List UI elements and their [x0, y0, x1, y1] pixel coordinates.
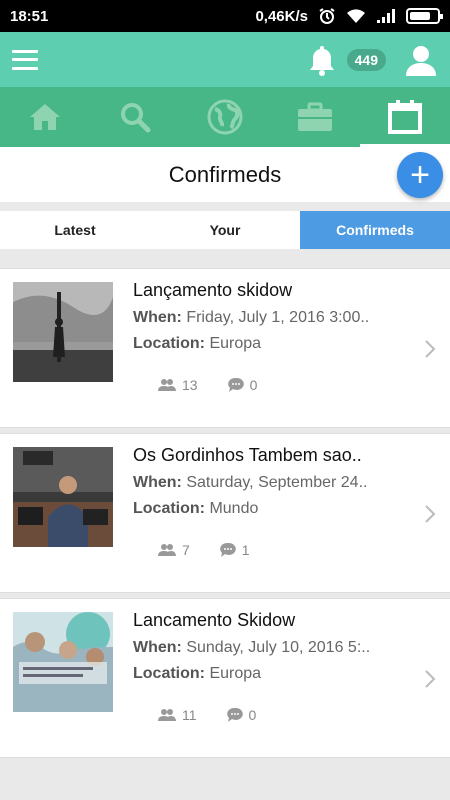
network-speed: 0,46K/s: [255, 7, 308, 25]
chevron-right-icon: [425, 670, 436, 688]
event-list: Lançamento skidow When: Friday, July 1, …: [0, 268, 450, 763]
globe-icon: [207, 99, 243, 135]
status-time: 18:51: [10, 7, 49, 25]
alarm-icon: [319, 8, 335, 24]
battery-icon: [406, 8, 443, 24]
add-event-button[interactable]: +: [397, 152, 443, 198]
comment-icon: [219, 542, 236, 557]
tab-confirmeds[interactable]: Confirmeds: [300, 211, 450, 249]
chevron-right-icon: [425, 340, 436, 358]
event-title: Lançamento skidow: [133, 280, 293, 300]
wifi-icon: [347, 9, 365, 23]
comment-icon: [226, 707, 243, 722]
event-location: Europa: [209, 665, 262, 682]
nav-briefcase[interactable]: [270, 87, 360, 147]
nav-globe[interactable]: [180, 87, 270, 147]
comment-icon: [227, 377, 244, 392]
comment-count: 0: [249, 377, 258, 393]
attendees-icon: [158, 379, 176, 391]
when-label: When:: [133, 309, 182, 326]
nav-home[interactable]: [0, 87, 90, 147]
menu-button[interactable]: [12, 49, 38, 70]
chevron-right-icon: [425, 505, 436, 523]
app-bar: 449: [0, 32, 450, 87]
when-label: When:: [133, 639, 182, 656]
signal-icon: [377, 9, 395, 23]
tab-your[interactable]: Your: [150, 211, 300, 249]
event-date: Saturday, September 24..: [186, 474, 368, 491]
event-date: Sunday, July 10, 2016 5:..: [186, 639, 371, 656]
location-label: Location:: [133, 500, 205, 517]
attendee-count: 7: [182, 542, 190, 558]
filter-tabs: Latest Your Confirmeds: [0, 211, 450, 249]
profile-icon[interactable]: [404, 43, 438, 77]
attendee-count: 11: [182, 707, 197, 723]
notification-badge[interactable]: 449: [346, 48, 386, 71]
event-card[interactable]: Lancamento Skidow When: Sunday, July 10,…: [0, 598, 450, 758]
comment-count: 1: [241, 542, 250, 558]
event-card[interactable]: Lançamento skidow When: Friday, July 1, …: [0, 268, 450, 428]
nav-calendar[interactable]: [360, 87, 450, 147]
attendee-count: 13: [182, 377, 198, 393]
tab-latest[interactable]: Latest: [0, 211, 150, 249]
event-thumbnail: [13, 282, 113, 382]
calendar-icon: [388, 100, 422, 134]
event-title: Os Gordinhos Tambem sao..: [133, 445, 362, 465]
page-title: Confirmeds: [0, 147, 450, 202]
home-icon: [30, 104, 60, 130]
status-bar: 18:51 0,46K/s: [0, 0, 450, 32]
event-date: Friday, July 1, 2016 3:00..: [186, 309, 370, 326]
search-icon: [121, 103, 151, 133]
attendees-icon: [158, 709, 176, 721]
icon-nav: [0, 87, 450, 147]
attendees-icon: [158, 544, 176, 556]
location-label: Location:: [133, 335, 205, 352]
location-label: Location:: [133, 665, 205, 682]
event-location: Europa: [209, 335, 262, 352]
event-thumbnail: [13, 612, 113, 712]
comment-count: 0: [248, 707, 257, 723]
nav-search[interactable]: [90, 87, 180, 147]
event-title: Lancamento Skidow: [133, 610, 296, 630]
event-card[interactable]: Os Gordinhos Tambem sao.. When: Saturday…: [0, 433, 450, 593]
when-label: When:: [133, 474, 182, 491]
bell-icon[interactable]: [307, 44, 337, 76]
event-location: Mundo: [209, 500, 259, 517]
briefcase-icon: [298, 102, 332, 131]
event-thumbnail: [13, 447, 113, 547]
